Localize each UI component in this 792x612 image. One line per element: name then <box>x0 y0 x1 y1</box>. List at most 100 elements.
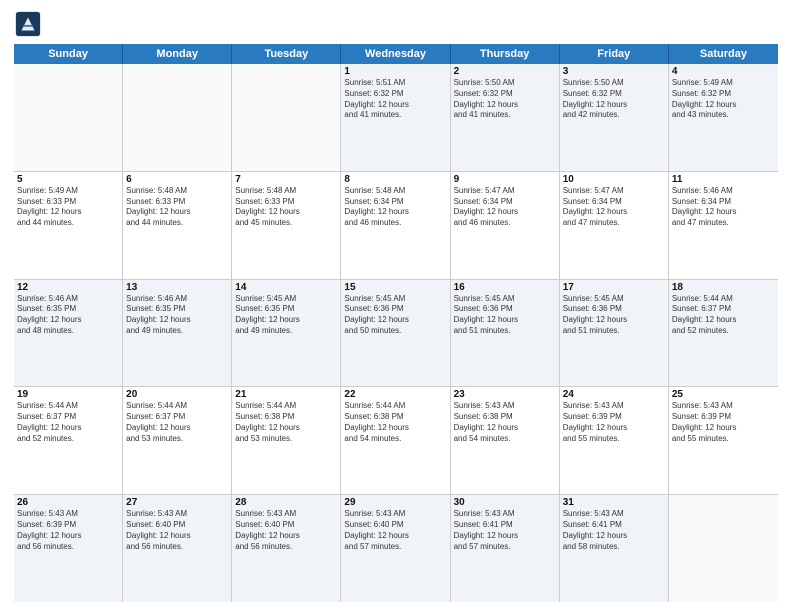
day-number: 8 <box>344 174 446 185</box>
day-info: Sunrise: 5:44 AMSunset: 6:37 PMDaylight:… <box>672 294 775 337</box>
calendar-cell-24: 24Sunrise: 5:43 AMSunset: 6:39 PMDayligh… <box>560 387 669 494</box>
day-number: 22 <box>344 389 446 400</box>
day-info: Sunrise: 5:44 AMSunset: 6:38 PMDaylight:… <box>344 401 446 444</box>
day-number: 9 <box>454 174 556 185</box>
calendar-cell-2: 2Sunrise: 5:50 AMSunset: 6:32 PMDaylight… <box>451 64 560 171</box>
calendar-cell-27: 27Sunrise: 5:43 AMSunset: 6:40 PMDayligh… <box>123 495 232 602</box>
calendar-cell-26: 26Sunrise: 5:43 AMSunset: 6:39 PMDayligh… <box>14 495 123 602</box>
day-info: Sunrise: 5:46 AMSunset: 6:35 PMDaylight:… <box>17 294 119 337</box>
calendar-cell-empty-0-0 <box>14 64 123 171</box>
day-number: 11 <box>672 174 775 185</box>
day-info: Sunrise: 5:43 AMSunset: 6:39 PMDaylight:… <box>672 401 775 444</box>
logo <box>14 10 46 38</box>
calendar-cell-22: 22Sunrise: 5:44 AMSunset: 6:38 PMDayligh… <box>341 387 450 494</box>
day-info: Sunrise: 5:48 AMSunset: 6:33 PMDaylight:… <box>235 186 337 229</box>
day-info: Sunrise: 5:47 AMSunset: 6:34 PMDaylight:… <box>563 186 665 229</box>
calendar-cell-4: 4Sunrise: 5:49 AMSunset: 6:32 PMDaylight… <box>669 64 778 171</box>
day-info: Sunrise: 5:51 AMSunset: 6:32 PMDaylight:… <box>344 78 446 121</box>
day-info: Sunrise: 5:49 AMSunset: 6:32 PMDaylight:… <box>672 78 775 121</box>
day-info: Sunrise: 5:43 AMSunset: 6:40 PMDaylight:… <box>235 509 337 552</box>
calendar-cell-18: 18Sunrise: 5:44 AMSunset: 6:37 PMDayligh… <box>669 280 778 387</box>
day-info: Sunrise: 5:43 AMSunset: 6:40 PMDaylight:… <box>344 509 446 552</box>
day-number: 25 <box>672 389 775 400</box>
day-number: 13 <box>126 282 228 293</box>
day-number: 26 <box>17 497 119 508</box>
day-number: 18 <box>672 282 775 293</box>
calendar-cell-25: 25Sunrise: 5:43 AMSunset: 6:39 PMDayligh… <box>669 387 778 494</box>
calendar-cell-30: 30Sunrise: 5:43 AMSunset: 6:41 PMDayligh… <box>451 495 560 602</box>
day-info: Sunrise: 5:48 AMSunset: 6:33 PMDaylight:… <box>126 186 228 229</box>
calendar-cell-3: 3Sunrise: 5:50 AMSunset: 6:32 PMDaylight… <box>560 64 669 171</box>
header-day-sunday: Sunday <box>14 44 123 64</box>
day-info: Sunrise: 5:50 AMSunset: 6:32 PMDaylight:… <box>563 78 665 121</box>
day-number: 30 <box>454 497 556 508</box>
calendar-cell-29: 29Sunrise: 5:43 AMSunset: 6:40 PMDayligh… <box>341 495 450 602</box>
calendar-cell-13: 13Sunrise: 5:46 AMSunset: 6:35 PMDayligh… <box>123 280 232 387</box>
day-info: Sunrise: 5:45 AMSunset: 6:36 PMDaylight:… <box>454 294 556 337</box>
day-info: Sunrise: 5:45 AMSunset: 6:35 PMDaylight:… <box>235 294 337 337</box>
day-number: 3 <box>563 66 665 77</box>
calendar-cell-21: 21Sunrise: 5:44 AMSunset: 6:38 PMDayligh… <box>232 387 341 494</box>
day-number: 29 <box>344 497 446 508</box>
day-number: 12 <box>17 282 119 293</box>
calendar-cell-empty-4-6 <box>669 495 778 602</box>
calendar-cell-10: 10Sunrise: 5:47 AMSunset: 6:34 PMDayligh… <box>560 172 669 279</box>
day-number: 19 <box>17 389 119 400</box>
logo-icon <box>14 10 42 38</box>
calendar: SundayMondayTuesdayWednesdayThursdayFrid… <box>14 44 778 602</box>
calendar-cell-28: 28Sunrise: 5:43 AMSunset: 6:40 PMDayligh… <box>232 495 341 602</box>
calendar-cell-23: 23Sunrise: 5:43 AMSunset: 6:38 PMDayligh… <box>451 387 560 494</box>
calendar-row-0: 1Sunrise: 5:51 AMSunset: 6:32 PMDaylight… <box>14 64 778 172</box>
day-info: Sunrise: 5:49 AMSunset: 6:33 PMDaylight:… <box>17 186 119 229</box>
calendar-cell-empty-0-2 <box>232 64 341 171</box>
calendar-cell-5: 5Sunrise: 5:49 AMSunset: 6:33 PMDaylight… <box>14 172 123 279</box>
day-number: 14 <box>235 282 337 293</box>
day-info: Sunrise: 5:43 AMSunset: 6:39 PMDaylight:… <box>17 509 119 552</box>
calendar-cell-12: 12Sunrise: 5:46 AMSunset: 6:35 PMDayligh… <box>14 280 123 387</box>
calendar-cell-15: 15Sunrise: 5:45 AMSunset: 6:36 PMDayligh… <box>341 280 450 387</box>
header-day-monday: Monday <box>123 44 232 64</box>
calendar-cell-14: 14Sunrise: 5:45 AMSunset: 6:35 PMDayligh… <box>232 280 341 387</box>
calendar-body: 1Sunrise: 5:51 AMSunset: 6:32 PMDaylight… <box>14 64 778 602</box>
page: SundayMondayTuesdayWednesdayThursdayFrid… <box>0 0 792 612</box>
header-day-wednesday: Wednesday <box>341 44 450 64</box>
day-info: Sunrise: 5:43 AMSunset: 6:40 PMDaylight:… <box>126 509 228 552</box>
calendar-cell-16: 16Sunrise: 5:45 AMSunset: 6:36 PMDayligh… <box>451 280 560 387</box>
day-number: 7 <box>235 174 337 185</box>
day-info: Sunrise: 5:43 AMSunset: 6:39 PMDaylight:… <box>563 401 665 444</box>
day-number: 2 <box>454 66 556 77</box>
calendar-cell-1: 1Sunrise: 5:51 AMSunset: 6:32 PMDaylight… <box>341 64 450 171</box>
header-day-saturday: Saturday <box>669 44 778 64</box>
day-number: 17 <box>563 282 665 293</box>
day-info: Sunrise: 5:44 AMSunset: 6:38 PMDaylight:… <box>235 401 337 444</box>
calendar-cell-20: 20Sunrise: 5:44 AMSunset: 6:37 PMDayligh… <box>123 387 232 494</box>
day-number: 6 <box>126 174 228 185</box>
day-info: Sunrise: 5:43 AMSunset: 6:41 PMDaylight:… <box>563 509 665 552</box>
day-number: 1 <box>344 66 446 77</box>
header <box>14 10 778 38</box>
day-info: Sunrise: 5:45 AMSunset: 6:36 PMDaylight:… <box>344 294 446 337</box>
calendar-row-1: 5Sunrise: 5:49 AMSunset: 6:33 PMDaylight… <box>14 172 778 280</box>
calendar-row-2: 12Sunrise: 5:46 AMSunset: 6:35 PMDayligh… <box>14 280 778 388</box>
calendar-cell-11: 11Sunrise: 5:46 AMSunset: 6:34 PMDayligh… <box>669 172 778 279</box>
calendar-cell-19: 19Sunrise: 5:44 AMSunset: 6:37 PMDayligh… <box>14 387 123 494</box>
day-info: Sunrise: 5:50 AMSunset: 6:32 PMDaylight:… <box>454 78 556 121</box>
day-info: Sunrise: 5:48 AMSunset: 6:34 PMDaylight:… <box>344 186 446 229</box>
day-info: Sunrise: 5:47 AMSunset: 6:34 PMDaylight:… <box>454 186 556 229</box>
day-info: Sunrise: 5:44 AMSunset: 6:37 PMDaylight:… <box>17 401 119 444</box>
day-number: 20 <box>126 389 228 400</box>
day-number: 21 <box>235 389 337 400</box>
header-day-friday: Friday <box>560 44 669 64</box>
header-day-thursday: Thursday <box>451 44 560 64</box>
calendar-cell-6: 6Sunrise: 5:48 AMSunset: 6:33 PMDaylight… <box>123 172 232 279</box>
day-number: 28 <box>235 497 337 508</box>
calendar-header: SundayMondayTuesdayWednesdayThursdayFrid… <box>14 44 778 64</box>
day-info: Sunrise: 5:45 AMSunset: 6:36 PMDaylight:… <box>563 294 665 337</box>
day-number: 23 <box>454 389 556 400</box>
calendar-cell-7: 7Sunrise: 5:48 AMSunset: 6:33 PMDaylight… <box>232 172 341 279</box>
day-info: Sunrise: 5:43 AMSunset: 6:41 PMDaylight:… <box>454 509 556 552</box>
day-number: 24 <box>563 389 665 400</box>
header-day-tuesday: Tuesday <box>232 44 341 64</box>
day-number: 10 <box>563 174 665 185</box>
day-number: 5 <box>17 174 119 185</box>
